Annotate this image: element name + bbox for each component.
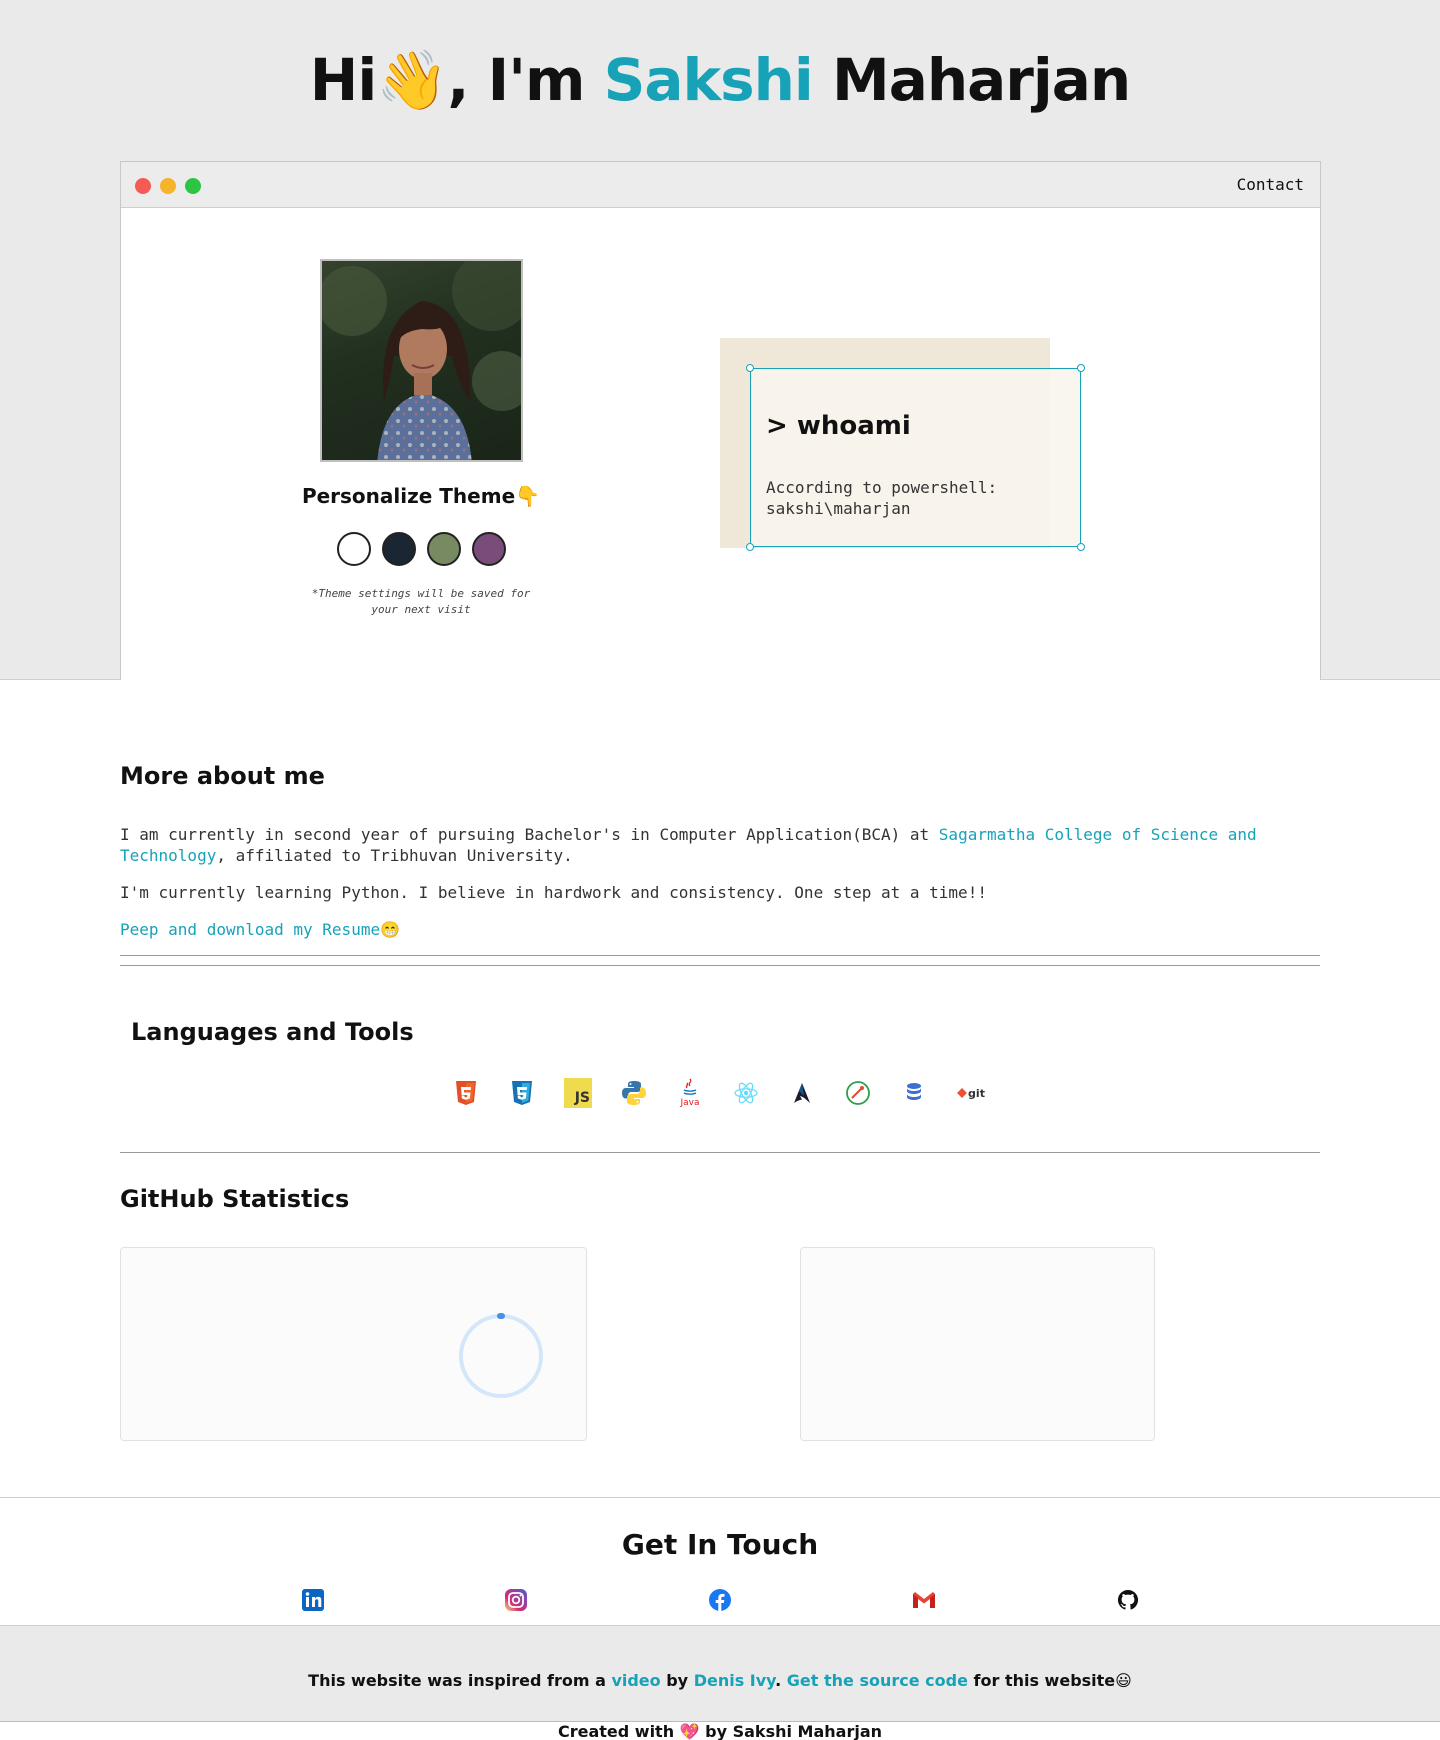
- about-paragraph-2: I'm currently learning Python. I believe…: [120, 883, 987, 902]
- hero-last-name: Maharjan: [812, 46, 1131, 114]
- github-icon[interactable]: [1116, 1588, 1140, 1612]
- hero-middle: , I'm: [447, 46, 604, 114]
- java-label: Java: [680, 1098, 700, 1108]
- hero-first-name: Sakshi: [603, 46, 814, 114]
- minimize-dot-icon: [160, 178, 176, 194]
- contact-section: Get In Touch: [0, 1497, 1440, 1625]
- about-p1-after: , affiliated to Tribhuvan University.: [216, 846, 573, 865]
- theme-swatch-green[interactable]: [427, 532, 461, 566]
- java-icon: Java: [676, 1078, 704, 1108]
- git-label: git: [968, 1086, 985, 1100]
- theme-swatch-light[interactable]: [337, 532, 371, 566]
- contact-title: Get In Touch: [621, 1528, 819, 1561]
- browser-window: Contact Personalize Theme👇 *Theme settin…: [120, 161, 1321, 680]
- whoami-line-2: sakshi\maharjan: [766, 499, 911, 518]
- divider: [120, 955, 1320, 956]
- theme-swatches: [337, 532, 506, 566]
- theme-swatch-dark[interactable]: [382, 532, 416, 566]
- person-illustration: [322, 261, 521, 460]
- resize-handle-icon: [1077, 364, 1085, 372]
- theme-note: *Theme settings will be saved for your n…: [311, 587, 531, 616]
- facebook-icon[interactable]: [708, 1588, 732, 1612]
- footer-text-after: for this website😃: [967, 1671, 1132, 1690]
- theme-swatch-purple[interactable]: [472, 532, 506, 566]
- profile-photo: [320, 259, 523, 462]
- github-title: GitHub Statistics: [120, 1185, 350, 1213]
- resize-handle-icon: [746, 364, 754, 372]
- footer: This website was inspired from a video b…: [0, 1625, 1440, 1740]
- footer-text-before: This website was inspired from a: [308, 1671, 612, 1690]
- javascript-icon: JS: [564, 1078, 592, 1108]
- contact-nav-link[interactable]: Contact: [1237, 175, 1304, 194]
- whoami-line-1: According to powershell:: [766, 478, 998, 497]
- react-icon: [732, 1078, 760, 1108]
- git-icon: git: [956, 1078, 986, 1108]
- author-link[interactable]: Denis Ivy: [694, 1671, 775, 1690]
- arch-linux-icon: [788, 1078, 816, 1108]
- about-title: More about me: [120, 762, 325, 790]
- footer-credits: This website was inspired from a video b…: [0, 1671, 1440, 1690]
- loading-spinner-icon: [459, 1313, 543, 1398]
- video-link[interactable]: video: [611, 1671, 660, 1690]
- resize-handle-icon: [746, 543, 754, 551]
- footer-dot: .: [775, 1671, 787, 1690]
- grin-emoji: 😁: [380, 920, 401, 939]
- created-by-text: Created with 💖 by Sakshi Maharjan: [0, 1721, 1440, 1740]
- footer-by: by: [660, 1671, 694, 1690]
- whoami-title: > whoami: [766, 411, 911, 441]
- postman-icon: [844, 1078, 872, 1108]
- resume-link[interactable]: Peep and download my Resume: [120, 920, 380, 939]
- resume-paragraph: Peep and download my Resume😁: [120, 919, 1320, 940]
- css3-icon: [508, 1078, 536, 1108]
- gmail-icon[interactable]: [912, 1588, 936, 1612]
- whoami-text: According to powershell: sakshi\maharjan: [766, 477, 997, 519]
- database-icon: [900, 1078, 928, 1108]
- divider: [120, 965, 1320, 966]
- close-dot-icon: [135, 178, 151, 194]
- about-paragraph-1: I am currently in second year of pursuin…: [120, 824, 1320, 866]
- linkedin-icon[interactable]: [301, 1588, 325, 1612]
- whoami-card: > whoami According to powershell: sakshi…: [746, 364, 1085, 551]
- about-p1-text: I am currently in second year of pursuin…: [120, 825, 939, 844]
- theme-title: Personalize Theme👇: [301, 484, 541, 508]
- resize-handle-icon: [1077, 543, 1085, 551]
- tools-row: JS Java git: [452, 1078, 986, 1108]
- html5-icon: [452, 1078, 480, 1108]
- hero-section: Hi👋, I'm Sakshi Maharjan Contact Persona…: [0, 0, 1440, 680]
- github-languages-card: [800, 1247, 1155, 1441]
- github-stats-card: [120, 1247, 587, 1441]
- python-icon: [620, 1078, 648, 1108]
- browser-titlebar: Contact: [121, 162, 1320, 208]
- maximize-dot-icon: [185, 178, 201, 194]
- hero-title: Hi👋, I'm Sakshi Maharjan: [0, 40, 1440, 120]
- instagram-icon[interactable]: [504, 1588, 528, 1612]
- source-code-link[interactable]: Get the source code: [787, 1671, 968, 1690]
- divider: [120, 1152, 1320, 1153]
- hero-greeting: Hi: [309, 46, 377, 114]
- tools-title: Languages and Tools: [131, 1018, 414, 1046]
- wave-emoji: 👋: [376, 46, 448, 114]
